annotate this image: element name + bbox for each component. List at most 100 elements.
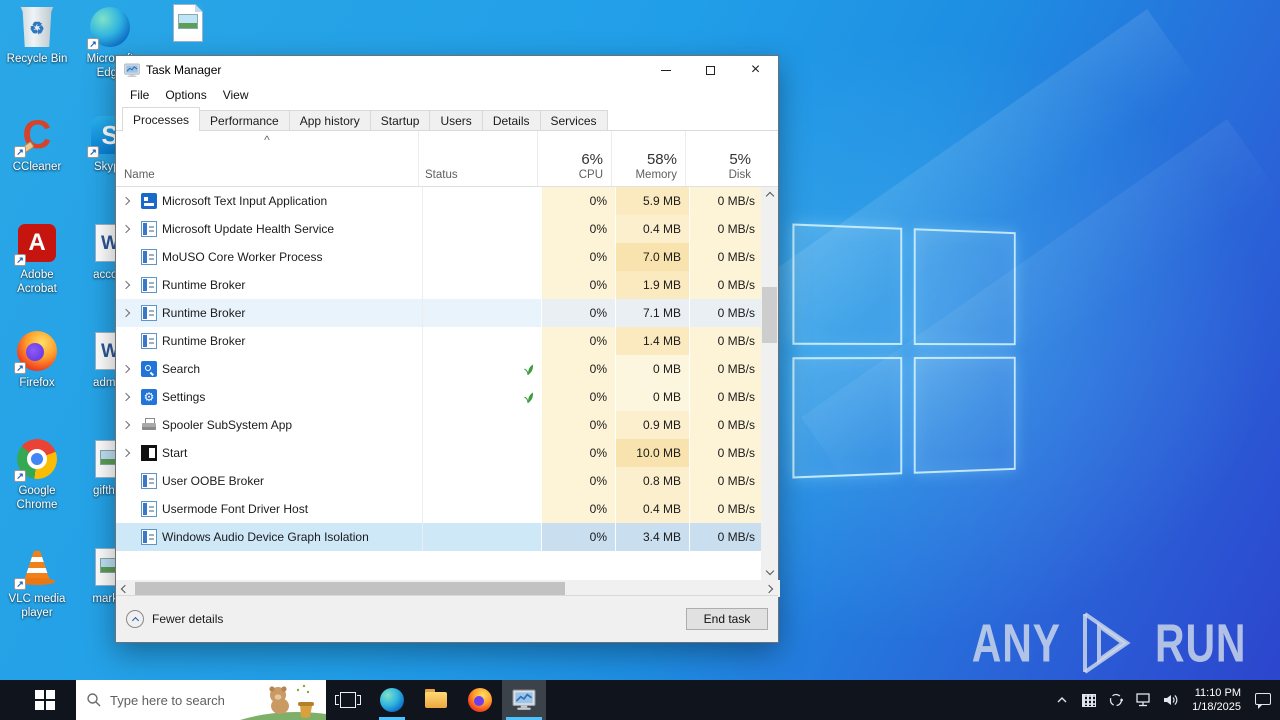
- desktop-icon-image-file-top[interactable]: [160, 2, 216, 48]
- column-header-memory[interactable]: 58% Memory: [611, 131, 685, 186]
- process-cpu: 0%: [541, 327, 615, 355]
- fewer-details-toggle[interactable]: Fewer details: [126, 610, 223, 628]
- scroll-up-button[interactable]: [761, 187, 778, 202]
- vertical-scrollbar-thumb[interactable]: [762, 287, 777, 343]
- taskbar-task-manager-button[interactable]: [502, 680, 546, 720]
- process-name: Microsoft Text Input Application: [162, 194, 328, 208]
- tray-volume-button[interactable]: [1161, 680, 1179, 720]
- action-center-button[interactable]: [1254, 680, 1272, 720]
- desktop-icon-adobe-acrobat[interactable]: A ↗ Adobe Acrobat: [0, 222, 74, 297]
- expand-chevron-slot[interactable]: [116, 392, 136, 402]
- process-status: [422, 523, 541, 551]
- tray-touch-keyboard-button[interactable]: [1080, 680, 1098, 720]
- process-memory: 1.4 MB: [615, 327, 689, 355]
- tray-sync-status-button[interactable]: [1107, 680, 1125, 720]
- desktop-icon-vlc[interactable]: ↗ VLC media player: [0, 546, 74, 621]
- process-row[interactable]: Runtime Broker 0% 1.9 MB 0 MB/s: [116, 271, 763, 299]
- scroll-right-button[interactable]: [763, 584, 778, 593]
- tab-processes[interactable]: Processes: [122, 107, 201, 131]
- ethernet-network-icon: [1135, 693, 1150, 707]
- scroll-down-button[interactable]: [761, 565, 778, 580]
- printer-icon: [141, 417, 157, 433]
- search-highlights-bear-art: [240, 684, 326, 720]
- menu-options[interactable]: Options: [157, 86, 214, 104]
- column-headers: ^ Name Status 6% CPU 58% Memory 5% Disk: [116, 131, 778, 187]
- tab-app-history[interactable]: App history: [288, 110, 371, 130]
- tray-show-hidden-icons-button[interactable]: [1053, 680, 1071, 720]
- process-cpu: 0%: [541, 271, 615, 299]
- column-header-disk[interactable]: 5% Disk: [685, 131, 759, 186]
- process-row[interactable]: Microsoft Text Input Application 0% 5.9 MB…: [116, 187, 763, 215]
- expand-chevron-slot[interactable]: [116, 420, 136, 430]
- scroll-left-button[interactable]: [116, 584, 131, 593]
- minimize-button[interactable]: [643, 56, 688, 84]
- process-name: Runtime Broker: [162, 306, 246, 320]
- close-button[interactable]: ×: [733, 56, 778, 84]
- taskbar-search-box[interactable]: Type here to search: [76, 680, 326, 720]
- end-task-button[interactable]: End task: [686, 608, 768, 630]
- desktop-icon-recycle-bin[interactable]: ♻ Recycle Bin: [0, 6, 74, 66]
- shortcut-arrow-icon: ↗: [14, 146, 26, 158]
- desktop-icon-google-chrome[interactable]: ↗ Google Chrome: [0, 438, 74, 513]
- process-name: Start: [162, 446, 188, 460]
- process-row[interactable]: Spooler SubSystem App 0% 0.9 MB 0 MB/s: [116, 411, 763, 439]
- process-cpu: 0%: [541, 243, 615, 271]
- tab-services[interactable]: Services: [539, 110, 608, 130]
- process-disk: 0 MB/s: [689, 523, 763, 551]
- process-name: Usermode Font Driver Host: [162, 502, 309, 516]
- task-view-button[interactable]: [326, 680, 370, 720]
- process-row[interactable]: Windows Audio Device Graph Isolation 0% 3.…: [116, 523, 763, 551]
- process-row[interactable]: Usermode Font Driver Host 0% 0.4 MB 0 MB/s: [116, 495, 763, 523]
- taskbar-firefox-button[interactable]: [458, 680, 502, 720]
- expand-chevron-slot[interactable]: [116, 308, 136, 318]
- taskbar-clock[interactable]: 11:10 PM 1/18/2025: [1188, 686, 1245, 714]
- process-row[interactable]: Microsoft Update Health Service 0% 0.4 MB 0…: [116, 215, 763, 243]
- maximize-button[interactable]: [688, 56, 733, 84]
- expand-chevron-slot[interactable]: [116, 224, 136, 234]
- start-button[interactable]: [14, 680, 76, 720]
- sync-status-icon: [1109, 693, 1123, 707]
- process-row[interactable]: Runtime Broker 0% 1.4 MB 0 MB/s: [116, 327, 763, 355]
- tray-network-button[interactable]: [1134, 680, 1152, 720]
- process-row[interactable]: ⚙ Settings 0% 0 MB 0 MB/s: [116, 383, 763, 411]
- process-disk: 0 MB/s: [689, 187, 763, 215]
- process-row[interactable]: Search 0% 0 MB 0 MB/s: [116, 355, 763, 383]
- tab-users[interactable]: Users: [429, 110, 483, 130]
- horizontal-scrollbar-thumb[interactable]: [135, 582, 565, 595]
- desktop-icon-ccleaner[interactable]: C ↗ CCleaner: [0, 114, 74, 174]
- menu-file[interactable]: File: [122, 86, 157, 104]
- expand-chevron-slot[interactable]: [116, 364, 136, 374]
- anyrun-play-logo-icon: [1082, 612, 1131, 674]
- tab-performance[interactable]: Performance: [199, 110, 290, 130]
- title-bar[interactable]: Task Manager ×: [116, 56, 778, 84]
- tab-strip: Processes Performance App history Startup Us…: [116, 106, 778, 131]
- desktop-icon-firefox[interactable]: ↗ Firefox: [0, 330, 74, 390]
- suspended-leaf-icon: [524, 364, 534, 376]
- action-center-icon: [1255, 692, 1271, 709]
- column-header-cpu[interactable]: 6% CPU: [537, 131, 611, 186]
- shortcut-arrow-icon: ↗: [14, 254, 26, 266]
- expand-chevron-slot[interactable]: [116, 448, 136, 458]
- clock-date: 1/18/2025: [1192, 701, 1241, 713]
- process-row[interactable]: MoUSO Core Worker Process 0% 7.0 MB 0 MB/s: [116, 243, 763, 271]
- process-disk: 0 MB/s: [689, 271, 763, 299]
- taskbar-edge-button[interactable]: [370, 680, 414, 720]
- app-window-icon: [141, 501, 157, 517]
- tab-details[interactable]: Details: [481, 110, 541, 130]
- taskbar-file-explorer-button[interactable]: [414, 680, 458, 720]
- settings-gear-icon: ⚙: [141, 389, 157, 405]
- desktop-icon-label: Adobe Acrobat: [17, 269, 57, 296]
- tab-startup[interactable]: Startup: [369, 110, 431, 130]
- column-header-status[interactable]: Status: [418, 131, 537, 186]
- column-header-name[interactable]: ^ Name: [116, 131, 418, 186]
- menu-bar: File Options View: [116, 84, 778, 106]
- process-row[interactable]: User OOBE Broker 0% 0.8 MB 0 MB/s: [116, 467, 763, 495]
- expand-chevron-slot[interactable]: [116, 280, 136, 290]
- process-status: [422, 271, 541, 299]
- process-row[interactable]: Runtime Broker 0% 7.1 MB 0 MB/s: [116, 299, 763, 327]
- process-status: [422, 215, 541, 243]
- vertical-scrollbar[interactable]: [761, 187, 778, 580]
- expand-chevron-slot[interactable]: [116, 196, 136, 206]
- menu-view[interactable]: View: [215, 86, 257, 104]
- process-row[interactable]: Start 0% 10.0 MB 0 MB/s: [116, 439, 763, 467]
